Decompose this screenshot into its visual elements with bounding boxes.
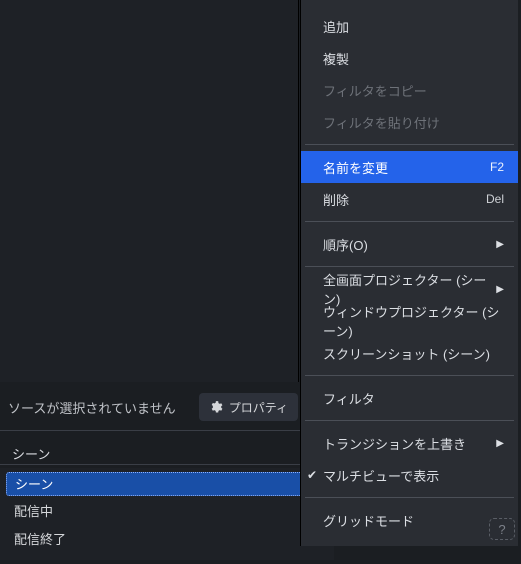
submenu-arrow-icon: ▶ (496, 284, 504, 295)
menu-shortcut: F2 (490, 160, 504, 174)
menu-duplicate[interactable]: 複製 (301, 42, 518, 74)
preview-area (0, 0, 299, 382)
no-source-selected-label: ソースが選択されていません (8, 398, 189, 417)
scenes-panel-title: シーン (4, 440, 324, 466)
menu-separator (305, 497, 514, 498)
menu-label: ウィンドウプロジェクター (シーン) (323, 302, 504, 340)
menu-label: 名前を変更 (323, 158, 388, 177)
menu-label: スクリーンショット (シーン) (323, 344, 490, 363)
scene-item[interactable]: 配信終了 (6, 528, 328, 552)
menu-shortcut: Del (486, 192, 504, 206)
menu-filters[interactable]: フィルタ (301, 382, 518, 414)
menu-separator (305, 221, 514, 222)
menu-copy-filters[interactable]: フィルタをコピー (301, 74, 518, 106)
menu-rename[interactable]: 名前を変更 F2 (301, 151, 518, 183)
separator (0, 464, 334, 465)
gear-icon (209, 400, 223, 414)
menu-label: グリッドモード (323, 511, 414, 530)
properties-button-label: プロパティ (229, 399, 288, 416)
menu-grid-mode[interactable]: グリッドモード (301, 504, 518, 536)
menu-separator (305, 144, 514, 145)
menu-separator (305, 420, 514, 421)
menu-label: トランジションを上書き (323, 434, 466, 453)
checkmark-icon: ✔ (307, 468, 317, 482)
menu-window-projector[interactable]: ウィンドウプロジェクター (シーン) (301, 305, 518, 337)
scene-context-menu: 追加 複製 フィルタをコピー フィルタを貼り付け 名前を変更 F2 削除 Del… (300, 0, 518, 546)
scene-item[interactable]: シーン (6, 472, 328, 496)
menu-paste-filters[interactable]: フィルタを貼り付け (301, 106, 518, 138)
scene-item[interactable]: 配信中 (6, 500, 328, 524)
menu-separator (305, 375, 514, 376)
separator (0, 430, 334, 431)
menu-screenshot-scene[interactable]: スクリーンショット (シーン) (301, 337, 518, 369)
menu-label: フィルタを貼り付け (323, 113, 440, 132)
menu-label: フィルタ (323, 389, 375, 408)
menu-label: 順序(O) (323, 235, 368, 254)
scene-list: シーン 配信中 配信終了 (0, 468, 334, 560)
menu-add[interactable]: 追加 (301, 10, 518, 42)
menu-label: フィルタをコピー (323, 81, 427, 100)
submenu-arrow-icon: ▶ (496, 438, 504, 449)
source-status-row: ソースが選択されていません プロパティ (0, 391, 298, 423)
menu-separator (305, 266, 514, 267)
properties-button[interactable]: プロパティ (199, 393, 298, 421)
menu-label: 複製 (323, 49, 349, 68)
submenu-arrow-icon: ▶ (496, 239, 504, 250)
menu-fullscreen-projector[interactable]: 全画面プロジェクター (シーン) ▶ (301, 273, 518, 305)
menu-delete[interactable]: 削除 Del (301, 183, 518, 215)
help-badge[interactable]: ? (489, 518, 515, 540)
menu-label: マルチビューで表示 (323, 466, 439, 485)
menu-label: 削除 (323, 190, 349, 209)
menu-transition-overwrite[interactable]: トランジションを上書き ▶ (301, 427, 518, 459)
menu-order[interactable]: 順序(O) ▶ (301, 228, 518, 260)
menu-label: 追加 (323, 17, 349, 36)
menu-show-in-multiview[interactable]: ✔ マルチビューで表示 (301, 459, 518, 491)
